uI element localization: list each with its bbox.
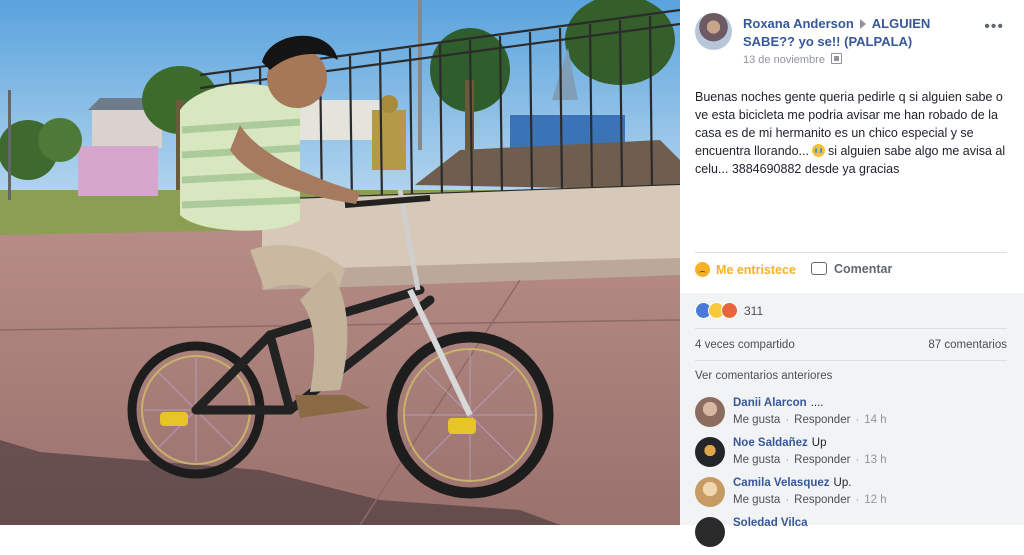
- more-options-icon[interactable]: •••: [984, 18, 1004, 36]
- commenter-name[interactable]: Noe Saldañez Up: [733, 437, 826, 449]
- reply-comment-link[interactable]: Responder: [794, 414, 850, 426]
- like-comment-link[interactable]: Me gusta: [733, 494, 780, 506]
- post-photo[interactable]: [0, 0, 680, 525]
- like-comment-link[interactable]: Me gusta: [733, 454, 780, 466]
- commenter-avatar[interactable]: [695, 397, 725, 427]
- sad-reaction-icon: [695, 262, 710, 277]
- post-body: Buenas noches gente queria pedirle q si …: [695, 88, 1013, 178]
- comment-actions: Me gusta · Responder · 12 h: [733, 494, 887, 506]
- post-side-panel: Roxana Anderson ALGUIEN SABE?? yo se!! (P…: [680, 0, 1024, 547]
- commenter-name-text[interactable]: Noe Saldañez: [733, 437, 808, 449]
- author-avatar[interactable]: [695, 13, 732, 50]
- commenter-avatar[interactable]: [695, 437, 725, 467]
- comment-actions: Me gusta · Responder · 14 h: [733, 414, 887, 426]
- angry-reaction-icon: [721, 302, 738, 319]
- like-comment-link[interactable]: Me gusta: [733, 414, 780, 426]
- commenter-name-text[interactable]: Danii Alarcon: [733, 397, 807, 409]
- photo-boy-on-bicycle: [0, 0, 680, 525]
- arrow-right-icon: [859, 19, 866, 30]
- comment-time[interactable]: 12 h: [864, 494, 886, 506]
- divider: [695, 360, 1007, 361]
- comment-label: Comentar: [834, 262, 893, 276]
- commenter-avatar[interactable]: [695, 517, 725, 547]
- comment-text: ....: [810, 397, 824, 409]
- commenter-name-text[interactable]: Camila Velasquez: [733, 477, 830, 489]
- reaction-summary[interactable]: 311: [695, 302, 764, 319]
- reply-comment-link[interactable]: Responder: [794, 454, 850, 466]
- commenter-name[interactable]: Camila Velasquez Up.: [733, 477, 851, 489]
- view-previous-comments-link[interactable]: Ver comentarios anteriores: [695, 370, 832, 382]
- react-button[interactable]: Me entristece: [695, 262, 796, 277]
- comment-time[interactable]: 14 h: [864, 414, 886, 426]
- post-meta: 13 de noviembre: [743, 53, 842, 66]
- globe-icon: [830, 53, 842, 64]
- commenter-name-text[interactable]: Soledad Vilca: [733, 517, 808, 529]
- comment-item: Noe Saldañez Up Me gusta · Responder · 13 h: [695, 437, 1013, 475]
- comment-text: Up: [811, 437, 827, 449]
- divider: [695, 252, 1007, 253]
- divider: [695, 328, 1007, 329]
- comment-item: Camila Velasquez Up. Me gusta · Responder · 1…: [695, 477, 1013, 515]
- comment-button[interactable]: Comentar: [811, 262, 892, 276]
- commenter-avatar[interactable]: [695, 477, 725, 507]
- reaction-count: 311: [744, 304, 764, 318]
- comment-text: Up.: [833, 477, 852, 489]
- reply-comment-link[interactable]: Responder: [794, 494, 850, 506]
- comment-time[interactable]: 13 h: [864, 454, 886, 466]
- post-header: Roxana Anderson ALGUIEN SABE?? yo se!! (P…: [694, 12, 1012, 72]
- comment-count[interactable]: 87 comentarios: [928, 339, 1007, 351]
- author-name[interactable]: Roxana Anderson: [743, 16, 854, 31]
- share-count[interactable]: 4 veces compartido: [695, 339, 795, 351]
- comment-item: Soledad Vilca: [695, 517, 1013, 555]
- comment-actions: Me gusta · Responder · 13 h: [733, 454, 887, 466]
- action-bar: Me entristece Comentar: [695, 262, 1007, 282]
- commenter-name[interactable]: Danii Alarcon....: [733, 397, 823, 409]
- comment-item: Danii Alarcon.... Me gusta · Responder · 14 …: [695, 397, 1013, 435]
- comment-icon: [811, 262, 827, 275]
- react-label: Me entristece: [716, 263, 796, 277]
- commenter-name[interactable]: Soledad Vilca: [733, 517, 808, 529]
- crying-emoji-icon: [811, 144, 825, 157]
- post-date[interactable]: 13 de noviembre: [743, 54, 825, 66]
- author-and-group: Roxana Anderson ALGUIEN SABE?? yo se!! (P…: [743, 15, 983, 51]
